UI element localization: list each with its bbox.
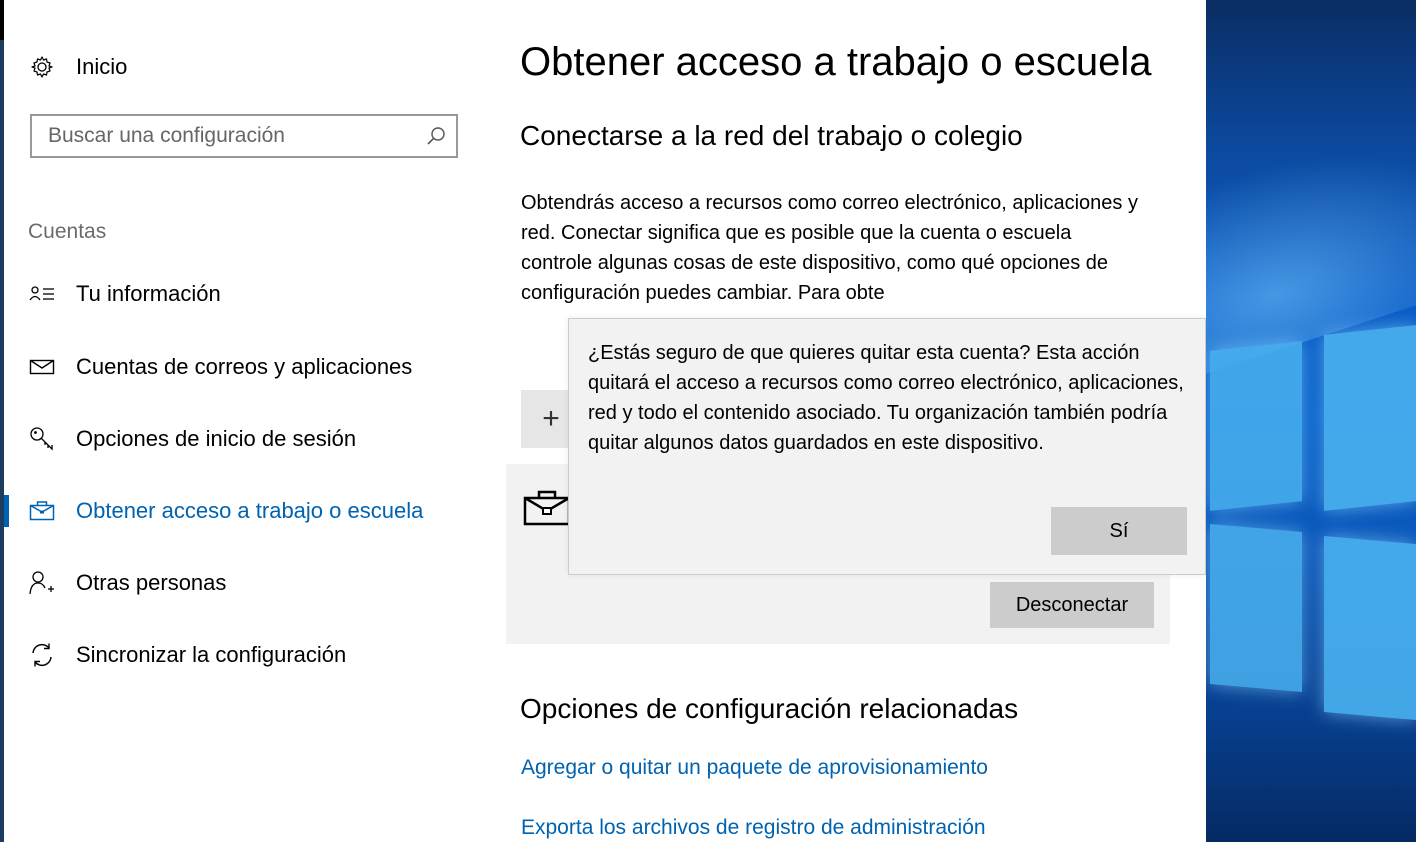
sync-icon (28, 641, 56, 669)
plus-icon: + (542, 402, 560, 435)
link-export-logs[interactable]: Exporta los archivos de registro de admi… (521, 816, 986, 840)
home-button[interactable]: Inicio (30, 50, 127, 84)
yes-button[interactable]: Sí (1051, 507, 1187, 555)
mail-icon (28, 353, 56, 381)
sidebar-item-sign-in-options[interactable]: Opciones de inicio de sesión (4, 416, 490, 462)
related-settings-title: Opciones de configuración relacionadas (520, 693, 1019, 724)
sidebar-item-other-people[interactable]: Otras personas (4, 560, 490, 606)
sidebar-item-label: Tu información (76, 281, 221, 306)
sidebar-item-work-school[interactable]: Obtener acceso a trabajo o escuela (4, 488, 490, 534)
windows-logo-pane (1210, 523, 1302, 693)
sidebar-item-label: Opciones de inicio de sesión (76, 426, 357, 451)
key-icon (28, 425, 56, 453)
sidebar-item-label: Sincronizar la configuración (76, 642, 347, 667)
disconnect-button[interactable]: Desconectar (990, 582, 1154, 628)
settings-window: Inicio Cuentas Tu i (0, 0, 1416, 842)
windows-logo-pane (1324, 535, 1416, 721)
user-info-icon (28, 280, 56, 308)
add-person-icon (28, 569, 56, 597)
selection-indicator (4, 495, 9, 527)
briefcase-icon (28, 497, 56, 525)
description-text: Obtendrás acceso a recursos como correo … (521, 192, 1138, 304)
windows-logo-pane (1210, 341, 1302, 511)
desktop-wallpaper (1206, 0, 1416, 842)
sidebar-item-label: Cuentas de correos y aplicaciones (76, 354, 413, 379)
section-label-accounts: Cuentas (28, 220, 107, 243)
search-box (30, 114, 458, 158)
link-provisioning-package[interactable]: Agregar o quitar un paquete de aprovisio… (521, 756, 988, 780)
sidebar-item-email-accounts[interactable]: Cuentas de correos y aplicaciones (4, 344, 490, 390)
confirm-remove-dialog: ¿Estás seguro de que quieres quitar esta… (568, 318, 1206, 575)
sidebar-item-your-info[interactable]: Tu información (4, 271, 490, 317)
section-title: Conectarse a la red del trabajo o colegi… (520, 120, 1023, 151)
search-input[interactable] (32, 123, 416, 149)
search-icon[interactable] (416, 116, 456, 156)
sidebar: Inicio Cuentas Tu i (4, 0, 494, 842)
sidebar-item-sync-settings[interactable]: Sincronizar la configuración (4, 632, 490, 678)
dialog-message: ¿Estás seguro de que quieres quitar esta… (588, 342, 1184, 454)
page-title: Obtener acceso a trabajo o escuela (520, 40, 1152, 84)
work-account-icon (522, 488, 572, 528)
home-label: Inicio (76, 54, 128, 79)
sidebar-item-label: Obtener acceso a trabajo o escuela (76, 498, 424, 523)
sidebar-item-label: Otras personas (76, 570, 227, 595)
windows-logo-pane (1324, 325, 1416, 511)
gear-icon (30, 55, 54, 79)
